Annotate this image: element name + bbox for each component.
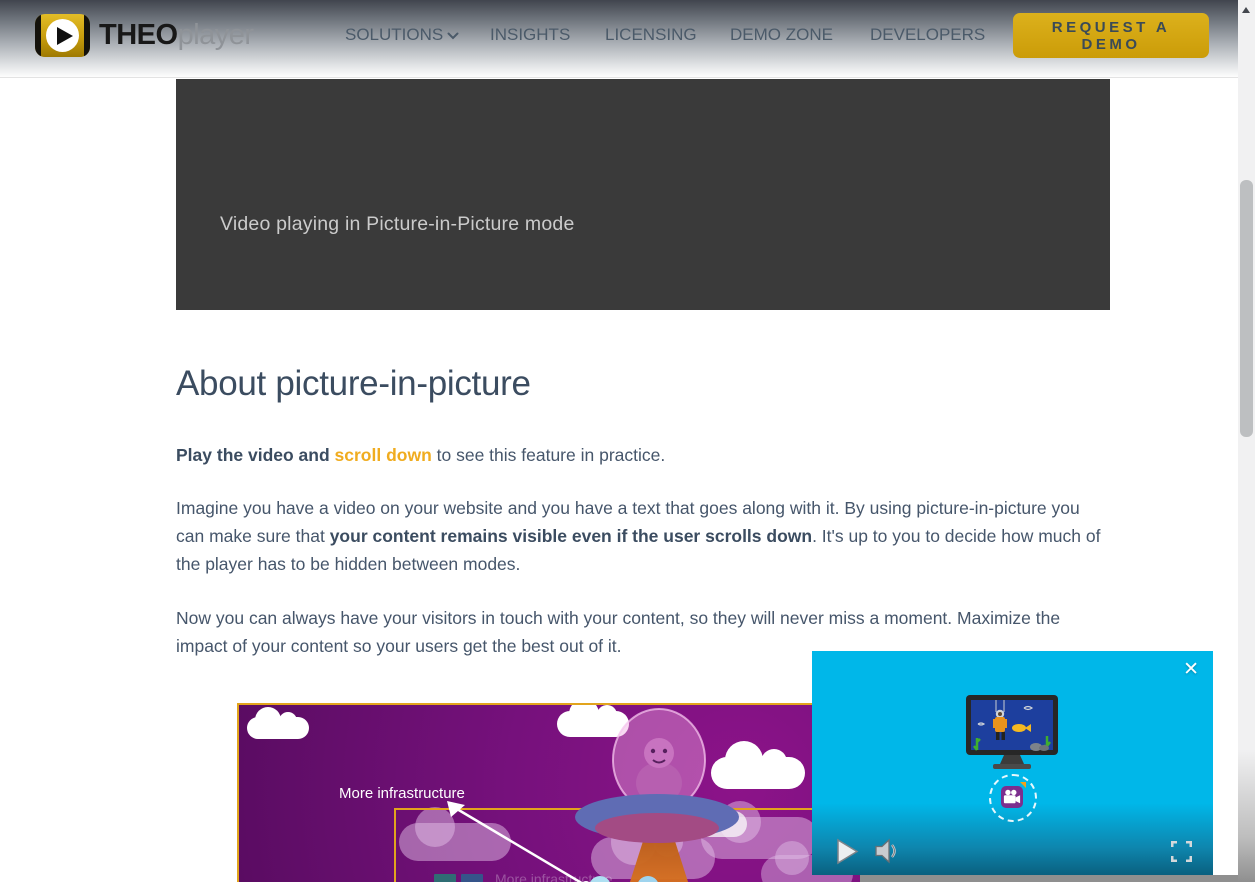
fullscreen-button[interactable] bbox=[1171, 841, 1192, 862]
tv-illustration bbox=[966, 695, 1058, 773]
play-button[interactable] bbox=[836, 838, 860, 865]
top-navigation-bar: THEOplayer SOLUTIONS INSIGHTS LICENSING … bbox=[0, 0, 1238, 78]
theoplayer-logo[interactable]: THEOplayer bbox=[35, 14, 254, 57]
scroll-down-link[interactable]: scroll down bbox=[335, 445, 432, 465]
theoplayer-logo-icon bbox=[35, 14, 90, 57]
nav-item-insights[interactable]: INSIGHTS bbox=[490, 25, 570, 45]
thumbnail bbox=[461, 874, 483, 882]
page-title: About picture-in-picture bbox=[176, 362, 1101, 406]
play-icon bbox=[57, 27, 73, 45]
pip-player[interactable]: ✕ bbox=[812, 651, 1213, 875]
nav-item-solutions[interactable]: SOLUTIONS bbox=[345, 25, 459, 45]
alien-ufo-illustration bbox=[569, 705, 749, 882]
nav-item-licensing[interactable]: LICENSING bbox=[605, 25, 697, 45]
article: About picture-in-picture Play the video … bbox=[176, 362, 1101, 660]
paragraph-1: Imagine you have a video on your website… bbox=[176, 494, 1101, 578]
logo-text-theo: THEO bbox=[99, 19, 178, 52]
cloud bbox=[247, 717, 309, 739]
nav-item-developers[interactable]: DEVELOPERS bbox=[870, 25, 985, 45]
request-a-demo-button[interactable]: REQUEST A DEMO bbox=[1013, 13, 1209, 58]
scrollbar[interactable] bbox=[1238, 0, 1255, 882]
chevron-down-icon bbox=[447, 25, 459, 45]
scroll-up-arrow-icon[interactable] bbox=[1242, 7, 1250, 13]
close-icon[interactable]: ✕ bbox=[1183, 658, 1199, 681]
lead-paragraph: Play the video and scroll down to see th… bbox=[176, 442, 1101, 468]
pip-status-message: Video playing in Picture-in-Picture mode bbox=[220, 213, 575, 236]
main-video-placeholder[interactable]: Video playing in Picture-in-Picture mode bbox=[176, 79, 1110, 310]
bottom-strip bbox=[860, 875, 1255, 882]
scrollbar-thumb[interactable] bbox=[1240, 180, 1253, 437]
thumbnail bbox=[434, 874, 456, 882]
logo-text-player: player bbox=[178, 19, 254, 52]
nav-item-demo-zone[interactable]: DEMO ZONE bbox=[730, 25, 833, 45]
volume-button[interactable] bbox=[875, 838, 902, 864]
page: THEOplayer SOLUTIONS INSIGHTS LICENSING … bbox=[0, 0, 1255, 882]
video-camera-icon bbox=[1001, 786, 1023, 808]
